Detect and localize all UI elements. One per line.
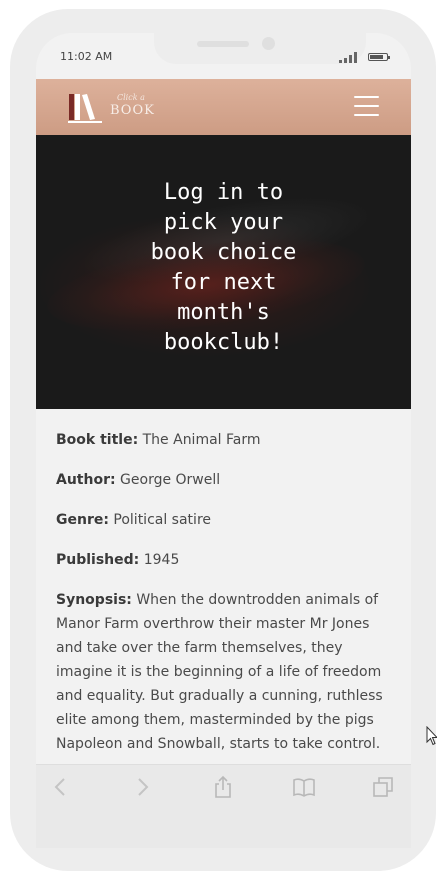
book-title-value: The Animal Farm: [138, 432, 261, 448]
site-header: Click a BOOK: [36, 79, 411, 135]
forward-icon[interactable]: [130, 775, 154, 799]
published-row: Published: 1945: [56, 548, 391, 572]
genre-row: Genre: Political satire: [56, 508, 391, 532]
hero-heading: Log in to pick your book choice for next…: [150, 180, 297, 355]
book-details: Book title: The Animal Farm Author: Geor…: [56, 428, 391, 772]
mouse-cursor-icon: [426, 726, 437, 746]
published-value: 1945: [139, 552, 180, 568]
phone-notch: [154, 33, 366, 64]
share-icon[interactable]: [211, 775, 235, 799]
genre-value: Political satire: [108, 512, 211, 528]
synopsis-label: Synopsis:: [56, 592, 132, 608]
battery-level: [370, 55, 383, 59]
status-time: 11:02 AM: [60, 50, 113, 63]
browser-toolbar: [36, 764, 411, 848]
book-title-row: Book title: The Animal Farm: [56, 428, 391, 452]
signal-icon: [339, 52, 357, 63]
book-title-label: Book title:: [56, 432, 139, 448]
books-logo-icon[interactable]: [67, 92, 105, 124]
logo-title: BOOK: [110, 103, 155, 118]
genre-label: Genre:: [56, 512, 109, 528]
hero-banner: Log in to pick your book choice for next…: [36, 135, 411, 409]
speaker-grille: [197, 41, 249, 47]
battery-icon: [368, 53, 390, 61]
back-icon[interactable]: [49, 775, 73, 799]
bookmarks-icon[interactable]: [292, 775, 316, 799]
author-label: Author:: [56, 472, 116, 488]
author-row: Author: George Orwell: [56, 468, 391, 492]
author-value: George Orwell: [115, 472, 221, 488]
tabs-icon[interactable]: [371, 775, 395, 799]
logo-tagline: Click a: [117, 93, 145, 102]
hamburger-menu-icon[interactable]: [354, 96, 379, 116]
synopsis-value: When the downtrodden animals of Manor Fa…: [56, 592, 383, 752]
published-label: Published:: [56, 552, 140, 568]
synopsis-row: Synopsis: When the downtrodden animals o…: [56, 588, 391, 756]
front-camera: [262, 37, 275, 50]
